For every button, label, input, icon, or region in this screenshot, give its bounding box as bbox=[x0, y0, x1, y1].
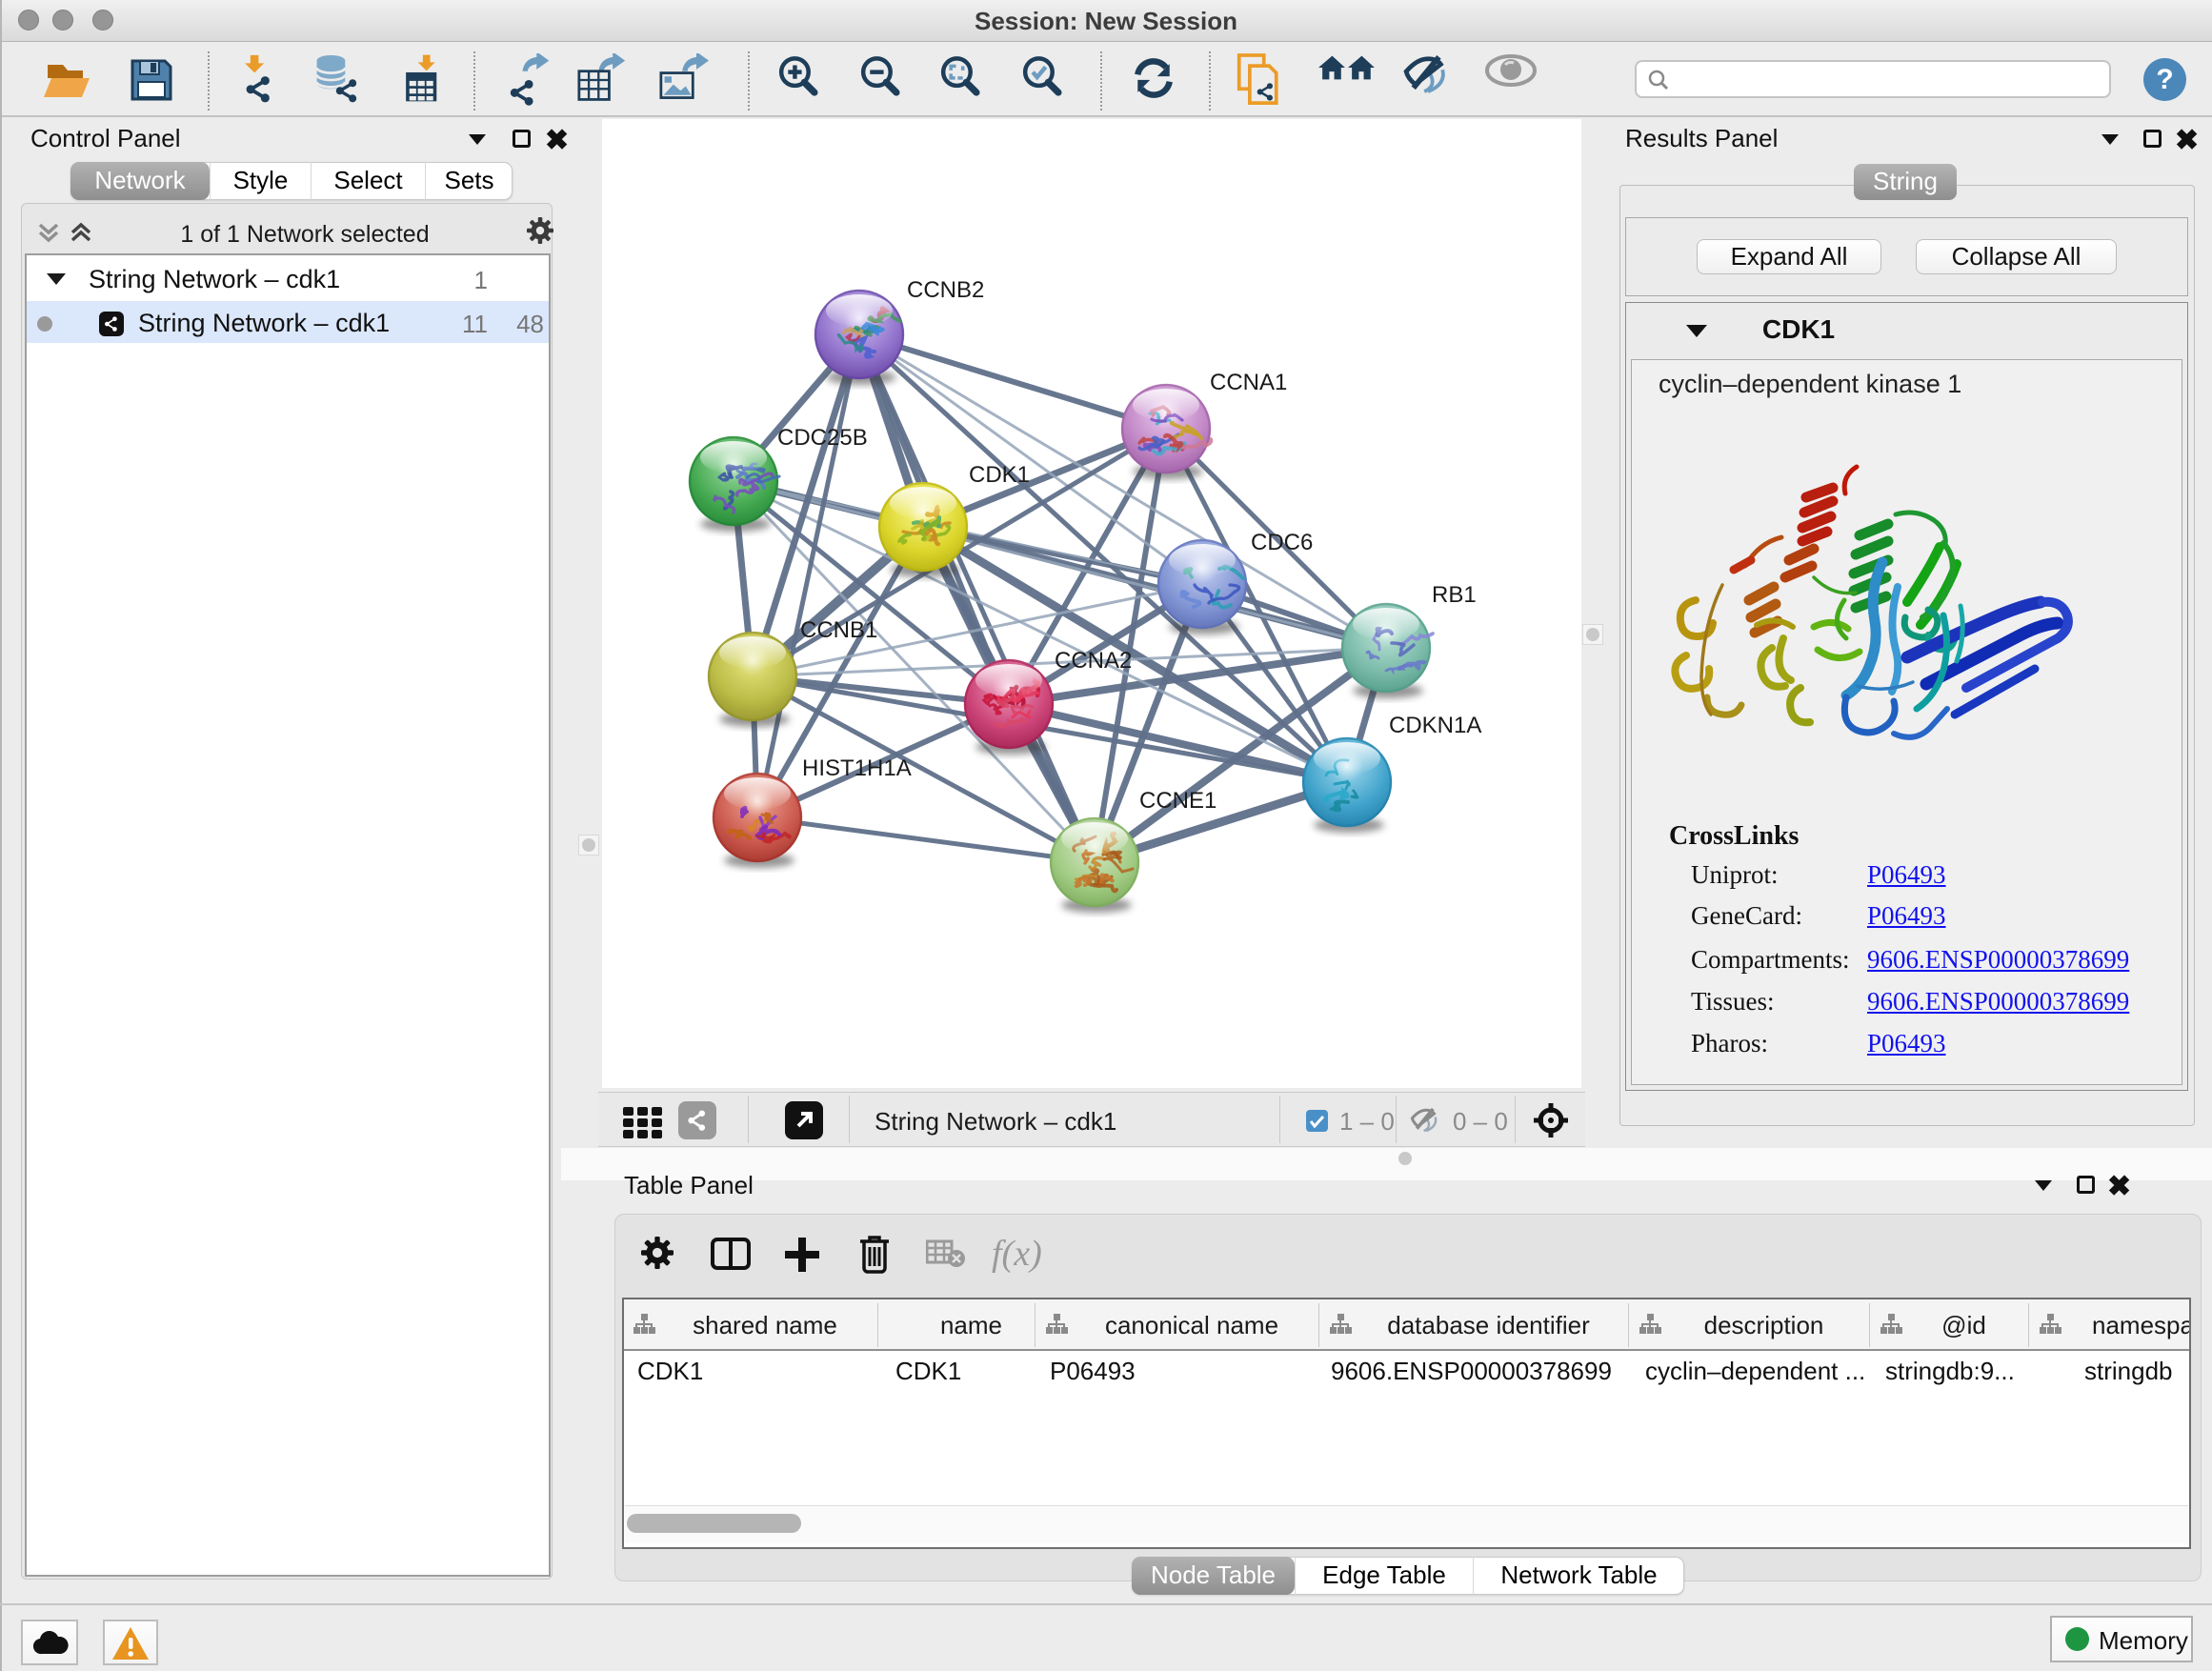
svg-text:CCNB1: CCNB1 bbox=[800, 617, 877, 643]
svg-text:CCNB2: CCNB2 bbox=[907, 277, 984, 303]
svg-text:CDK1: CDK1 bbox=[969, 462, 1030, 488]
svg-text:CDC25B: CDC25B bbox=[777, 425, 868, 451]
svg-text:CCNA1: CCNA1 bbox=[1210, 370, 1287, 395]
svg-text:CDKN1A: CDKN1A bbox=[1389, 713, 1481, 738]
svg-text:CCNE1: CCNE1 bbox=[1139, 788, 1217, 814]
svg-text:RB1: RB1 bbox=[1432, 582, 1477, 608]
svg-text:CCNA2: CCNA2 bbox=[1055, 648, 1132, 674]
svg-text:HIST1H1A: HIST1H1A bbox=[802, 755, 912, 781]
svg-text:CDC6: CDC6 bbox=[1251, 530, 1313, 555]
